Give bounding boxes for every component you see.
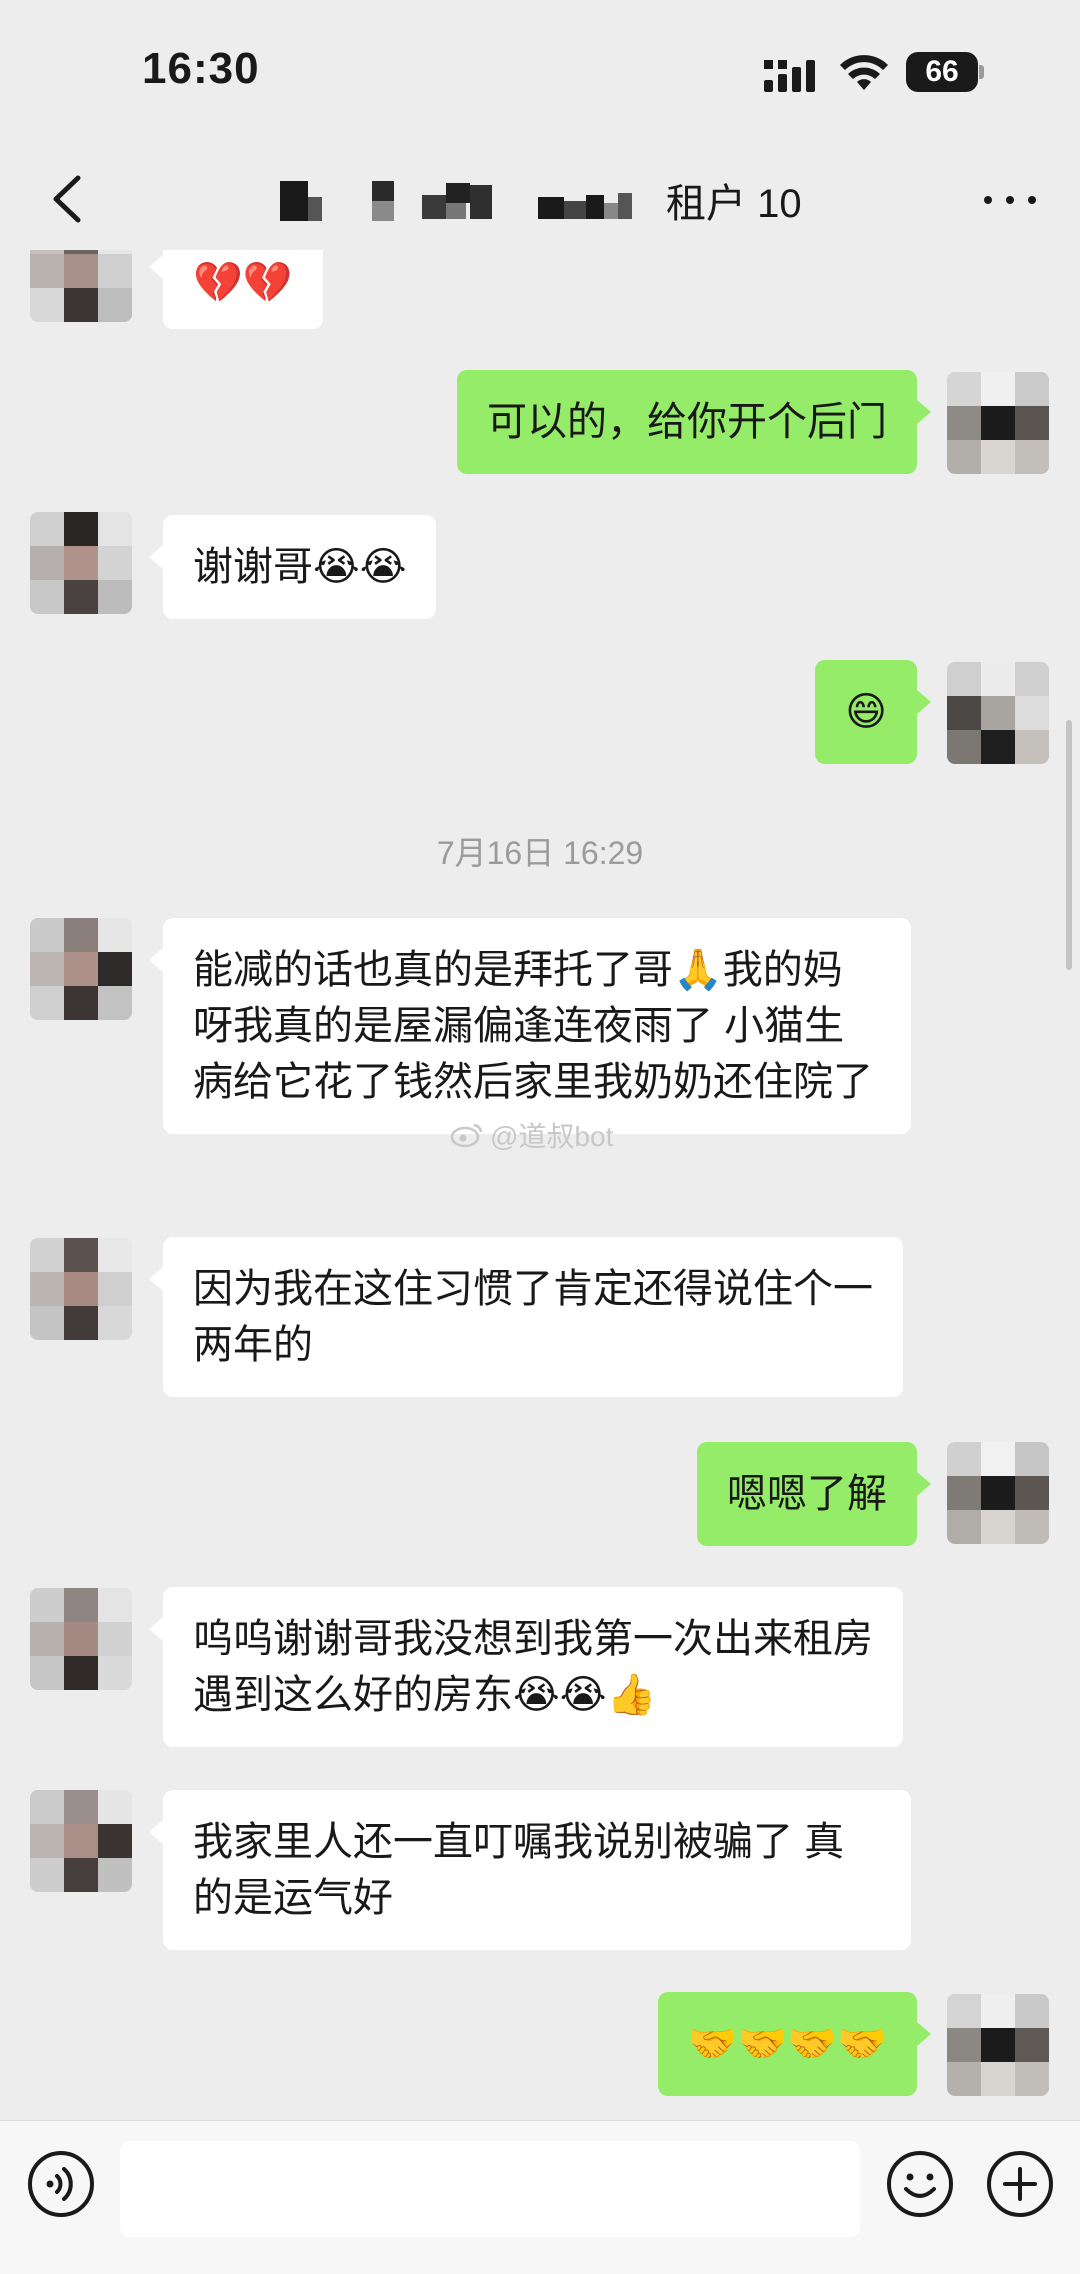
message-bubble-incoming[interactable]: 能减的话也真的是拜托了哥🙏我的妈呀我真的是屋漏偏逢连夜雨了 小猫生病给它花了钱然… — [149, 918, 911, 1134]
message-text: 能减的话也真的是拜托了哥🙏我的妈呀我真的是屋漏偏逢连夜雨了 小猫生病给它花了钱然… — [193, 948, 873, 1104]
wifi-icon — [840, 55, 888, 90]
status-time: 16:30 — [142, 44, 260, 93]
message-bubble-incoming[interactable]: 因为我在这住习惯了肯定还得说住个一两年的 — [149, 1237, 903, 1397]
watermark-text: @道叔bot — [490, 1121, 614, 1152]
voice-icon[interactable] — [26, 2149, 96, 2219]
message-bubble-outgoing[interactable]: 可以的，给你开个后门 — [457, 370, 931, 474]
my-avatar[interactable] — [947, 1994, 1049, 2096]
message-text: 😄 — [845, 690, 887, 734]
message-text: 我家里人还一直叮嘱我说别被骗了 真的是运气好 — [193, 1820, 845, 1920]
message-text: 谢谢哥😭😭 — [193, 545, 407, 589]
message-text: 呜呜谢谢哥我没想到我第一次出来租房遇到这么好的房东😭😭👍 — [193, 1617, 873, 1717]
my-avatar[interactable] — [947, 372, 1049, 474]
message-text: 🤝🤝🤝🤝 — [687, 2022, 887, 2066]
chat-title-text: 租户 10 — [666, 182, 802, 226]
contact-avatar[interactable] — [30, 1790, 132, 1892]
my-avatar[interactable] — [947, 1442, 1049, 1544]
message-timestamp: 7月16日 16:29 — [436, 835, 644, 871]
contact-avatar[interactable] — [30, 1238, 132, 1340]
chat-title: 租户 10 — [280, 160, 802, 240]
contact-avatar[interactable] — [30, 512, 132, 614]
weibo-icon — [450, 1123, 483, 1148]
message-list[interactable]: 💔💔 可以的，给你开个后门 谢谢哥😭😭 😄 7月16日 16:29 能减的话也真… — [0, 250, 1080, 2120]
watermark: @道叔bot — [450, 1115, 613, 1155]
message-bubble-outgoing[interactable]: 😄 — [815, 660, 931, 764]
contact-avatar[interactable] — [30, 1588, 132, 1690]
contact-avatar[interactable] — [30, 250, 132, 322]
battery-level: 66 — [906, 52, 978, 92]
message-bubble-outgoing[interactable]: 🤝🤝🤝🤝 — [657, 1992, 932, 2096]
signal-icon — [764, 60, 815, 92]
title-pixelated-name — [280, 181, 632, 221]
plus-icon[interactable] — [985, 2149, 1055, 2219]
message-text: 可以的，给你开个后门 — [487, 400, 887, 444]
status-bar: 16:30 66 — [0, 0, 1080, 150]
scrollbar[interactable] — [1066, 720, 1072, 970]
more-icon[interactable] — [980, 170, 1040, 230]
message-text: 💔💔 — [193, 261, 293, 305]
battery-icon: 66 — [906, 52, 984, 92]
message-bubble-incoming[interactable]: 💔💔 — [149, 250, 323, 329]
input-bar — [0, 2120, 1080, 2274]
battery-cap — [979, 65, 984, 79]
message-text: 因为我在这住习惯了肯定还得说住个一两年的 — [193, 1267, 873, 1367]
message-bubble-incoming[interactable]: 我家里人还一直叮嘱我说别被骗了 真的是运气好 — [149, 1790, 911, 1950]
message-bubble-incoming[interactable]: 呜呜谢谢哥我没想到我第一次出来租房遇到这么好的房东😭😭👍 — [149, 1587, 903, 1747]
message-input[interactable] — [120, 2141, 860, 2237]
back-icon[interactable] — [34, 164, 104, 234]
message-bubble-outgoing[interactable]: 嗯嗯了解 — [697, 1442, 931, 1546]
message-text: 嗯嗯了解 — [727, 1472, 887, 1516]
chat-header: 租户 10 — [0, 150, 1080, 250]
contact-avatar[interactable] — [30, 918, 132, 1020]
message-bubble-incoming[interactable]: 谢谢哥😭😭 — [148, 515, 437, 619]
my-avatar[interactable] — [947, 662, 1049, 764]
emoji-icon[interactable] — [885, 2149, 955, 2219]
